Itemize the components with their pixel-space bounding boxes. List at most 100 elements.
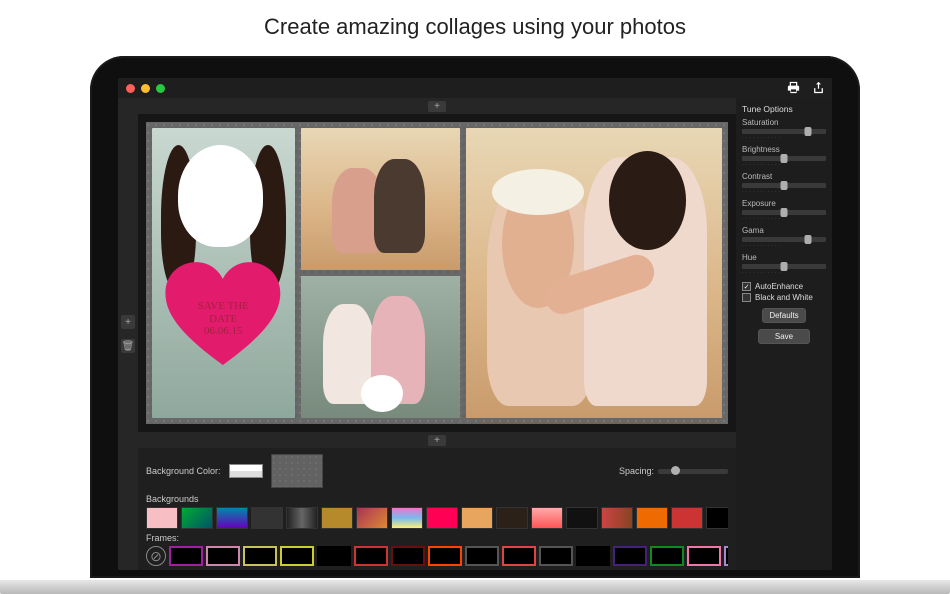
saturation-slider[interactable] [742, 129, 826, 134]
background-thumb[interactable] [426, 507, 458, 529]
window-minimize-button[interactable] [141, 84, 150, 93]
frame-thumb[interactable] [169, 546, 203, 566]
checkbox-icon: ✓ [742, 282, 751, 291]
background-thumb[interactable] [706, 507, 728, 529]
background-thumb[interactable] [671, 507, 703, 529]
frame-thumb[interactable] [391, 546, 425, 566]
window-zoom-button[interactable] [156, 84, 165, 93]
frame-thumb[interactable] [613, 546, 647, 566]
collage-cell[interactable]: SAVE THE DATE 06.06.15 [152, 128, 295, 418]
bw-label: Black and White [755, 293, 813, 302]
heart-text-line: DATE [209, 313, 237, 325]
photo-content [492, 169, 584, 215]
frame-thumb[interactable] [428, 546, 462, 566]
bottom-rail: + [138, 432, 736, 448]
add-bottom-button[interactable]: + [428, 435, 446, 446]
defaults-button[interactable]: Defaults [762, 308, 805, 323]
photo-content [609, 151, 686, 250]
spacing-label: Spacing: [619, 466, 654, 476]
left-rail: + 🗑 [118, 98, 138, 570]
background-thumb[interactable] [216, 507, 248, 529]
app-window: + 🗑 + [118, 78, 832, 570]
background-thumb[interactable] [636, 507, 668, 529]
slider-label: Brightness [742, 145, 826, 154]
add-top-button[interactable]: + [428, 101, 446, 112]
frame-thumb[interactable] [206, 546, 240, 566]
backgrounds-thumb-row [146, 507, 728, 529]
frame-thumb[interactable] [576, 546, 610, 566]
backgrounds-section-label: Backgrounds [146, 494, 728, 504]
frame-thumb[interactable] [354, 546, 388, 566]
frames-thumb-row: ⊘ [146, 546, 728, 566]
collage-canvas[interactable]: SAVE THE DATE 06.06.15 [146, 122, 728, 424]
tune-panel-title: Tune Options [742, 104, 826, 114]
background-thumb[interactable] [461, 507, 493, 529]
background-thumb[interactable] [356, 507, 388, 529]
background-thumb[interactable] [496, 507, 528, 529]
bg-color-swatch[interactable] [229, 464, 263, 478]
frame-thumb[interactable] [502, 546, 536, 566]
background-thumb[interactable] [566, 507, 598, 529]
trash-button[interactable]: 🗑 [121, 339, 135, 353]
window-close-button[interactable] [126, 84, 135, 93]
background-thumb[interactable] [391, 507, 423, 529]
frame-thumb[interactable] [724, 546, 728, 566]
collage-cell[interactable] [301, 128, 461, 270]
frame-thumb[interactable] [539, 546, 573, 566]
heart-sign: SAVE THE DATE 06.06.15 [163, 244, 283, 383]
canvas-area: SAVE THE DATE 06.06.15 [138, 114, 736, 432]
background-thumb[interactable] [601, 507, 633, 529]
tune-options-panel: Tune Options Saturation ∙∙∙∙∙∙∙∙∙∙∙ Bright… [736, 98, 832, 570]
frame-thumb[interactable] [465, 546, 499, 566]
bottom-panel: Background Color: Spacing: Backgrounds F… [138, 448, 736, 570]
background-thumb[interactable] [286, 507, 318, 529]
top-rail: + [138, 98, 736, 114]
slider-label: Contrast [742, 172, 826, 181]
heart-text-line: SAVE THE [198, 300, 249, 312]
slider-ticks: ∙∙∙∙∙∙∙∙∙∙∙ [742, 135, 826, 141]
photo-content [178, 145, 264, 247]
photo-content [361, 375, 402, 412]
print-icon[interactable] [786, 80, 801, 95]
laptop-frame: + 🗑 + [90, 56, 860, 578]
heart-text-line: 06.06.15 [204, 325, 243, 337]
frame-thumb[interactable] [687, 546, 721, 566]
background-thumb[interactable] [531, 507, 563, 529]
canvas-column: + SAVE THE [138, 98, 736, 570]
collage-cell[interactable] [301, 276, 461, 418]
save-button[interactable]: Save [758, 329, 810, 344]
bg-color-label: Background Color: [146, 466, 221, 476]
gama-slider[interactable] [742, 237, 826, 242]
frame-thumb[interactable] [650, 546, 684, 566]
collage-cell[interactable] [466, 128, 722, 418]
slider-label: Saturation [742, 118, 826, 127]
content-row: + 🗑 + [118, 98, 832, 570]
bw-checkbox[interactable]: Black and White [742, 293, 826, 302]
bg-texture-preview[interactable] [271, 454, 323, 488]
contrast-slider[interactable] [742, 183, 826, 188]
add-left-button[interactable]: + [121, 315, 135, 329]
exposure-slider[interactable] [742, 210, 826, 215]
autoenhance-label: AutoEnhance [755, 282, 803, 291]
spacing-control: Spacing: [619, 466, 728, 476]
background-thumb[interactable] [321, 507, 353, 529]
titlebar [118, 78, 832, 98]
background-thumb[interactable] [146, 507, 178, 529]
slider-label: Exposure [742, 199, 826, 208]
slider-label: Hue [742, 253, 826, 262]
frame-thumb[interactable] [317, 546, 351, 566]
frame-thumb[interactable] [280, 546, 314, 566]
hue-slider[interactable] [742, 264, 826, 269]
background-thumb[interactable] [181, 507, 213, 529]
no-frame-button[interactable]: ⊘ [146, 546, 166, 566]
frame-thumb[interactable] [243, 546, 277, 566]
background-thumb[interactable] [251, 507, 283, 529]
brightness-slider[interactable] [742, 156, 826, 161]
photo-content [374, 159, 425, 253]
spacing-slider[interactable] [658, 469, 728, 474]
slider-ticks: ∙∙∙∙∙∙∙∙∙∙∙ [742, 243, 826, 249]
checkbox-icon [742, 293, 751, 302]
share-icon[interactable] [811, 80, 826, 95]
autoenhance-checkbox[interactable]: ✓ AutoEnhance [742, 282, 826, 291]
laptop-base [0, 580, 950, 594]
